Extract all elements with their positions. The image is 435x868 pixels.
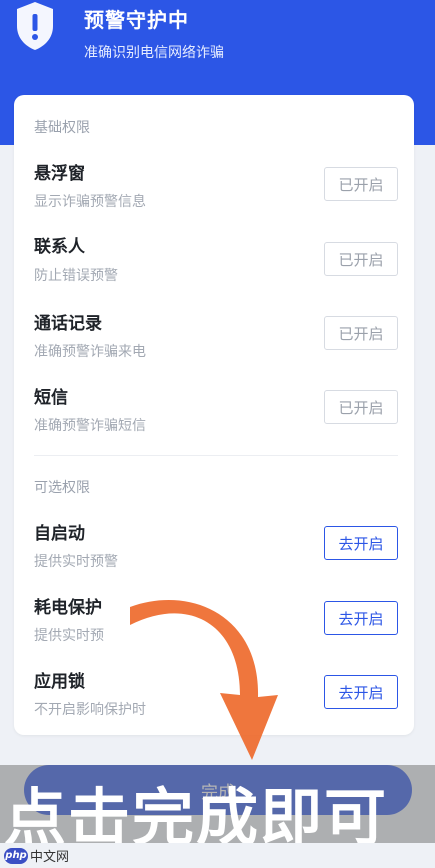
caption-text: 点击完成即可 [4,781,389,843]
permission-title-sms: 短信 [34,388,68,408]
permission-desc-battery-protection: 提供实时预 [34,628,104,644]
caption-overlay: 点击完成即可 [0,765,435,843]
permission-desc-contacts: 防止错误预警 [34,268,118,284]
call-log-enabled-button[interactable]: 已开启 [324,316,398,350]
section-divider [34,455,398,456]
permission-desc-floating-window: 显示诈骗预警信息 [34,194,146,210]
permission-desc-call-log: 准确预警诈骗来电 [34,344,146,360]
optional-permissions-label: 可选权限 [34,480,90,496]
watermark-text: 中文网 [30,850,70,865]
page-title: 预警守护中 [84,8,189,32]
permission-title-app-lock: 应用锁 [34,672,85,692]
basic-permissions-label: 基础权限 [34,120,90,136]
permission-title-call-log: 通话记录 [34,314,102,334]
app-lock-enable-button[interactable]: 去开启 [324,675,398,709]
permission-desc-sms: 准确预警诈骗短信 [34,418,146,434]
curved-arrow-icon [130,600,278,760]
permission-title-battery-protection: 耗电保护 [34,598,102,618]
php-logo-icon: php [4,847,28,864]
permission-title-floating-window: 悬浮窗 [34,164,85,184]
permission-desc-autostart: 提供实时预警 [34,554,118,570]
page-subtitle: 准确识别电信网络诈骗 [84,45,224,61]
watermark: php 中文网 [4,846,69,865]
contacts-enabled-button[interactable]: 已开启 [324,242,398,276]
sms-enabled-button[interactable]: 已开启 [324,390,398,424]
battery-protection-enable-button[interactable]: 去开启 [324,601,398,635]
shield-icon [17,2,53,50]
permission-title-autostart: 自启动 [34,524,85,544]
floating-window-enabled-button[interactable]: 已开启 [324,167,398,201]
autostart-enable-button[interactable]: 去开启 [324,526,398,560]
permission-title-contacts: 联系人 [34,237,85,257]
